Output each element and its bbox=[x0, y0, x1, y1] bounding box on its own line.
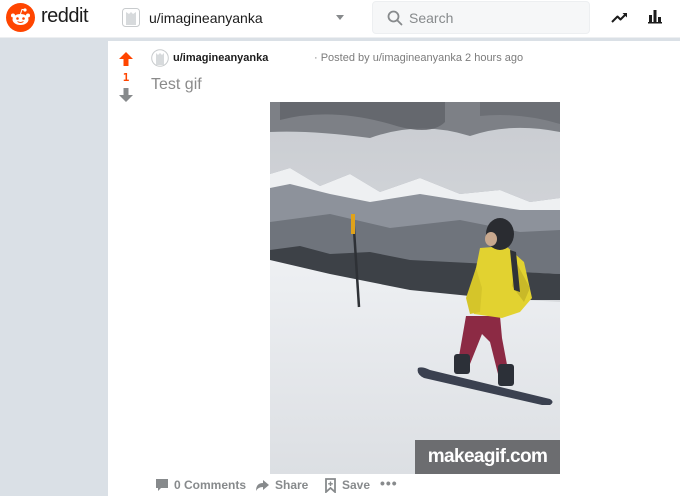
stats-icon[interactable] bbox=[647, 8, 663, 24]
top-header: reddit u/imagineanyanka bbox=[0, 0, 680, 38]
user-avatar-icon[interactable] bbox=[151, 49, 169, 67]
share-label: Share bbox=[275, 478, 309, 492]
search-input[interactable] bbox=[409, 9, 579, 27]
share-button[interactable]: Share bbox=[255, 476, 308, 494]
search-icon bbox=[387, 10, 403, 26]
reddit-wordmark[interactable]: reddit bbox=[41, 5, 89, 28]
posted-by-text: · Posted by u/imagineanyanka 2 hours ago bbox=[314, 52, 524, 64]
trending-icon[interactable] bbox=[611, 9, 629, 25]
comment-bubble-icon bbox=[156, 479, 168, 491]
post-actions: 0 Comments Share Save ••• bbox=[152, 474, 652, 496]
post-community-link[interactable]: u/imagineanyanka bbox=[173, 52, 268, 64]
post-gif-media[interactable]: makeagif.com bbox=[270, 102, 560, 474]
save-label: Save bbox=[342, 478, 371, 492]
profile-avatar-icon bbox=[122, 8, 140, 27]
upvote-arrow-icon[interactable] bbox=[118, 51, 134, 67]
downvote-arrow-icon[interactable] bbox=[118, 87, 134, 103]
current-community-name: u/imagineanyanka bbox=[149, 10, 263, 26]
vote-column: 1 bbox=[108, 41, 144, 496]
chevron-down-icon bbox=[336, 15, 344, 20]
comments-button[interactable]: 0 Comments bbox=[155, 476, 246, 494]
makeagif-watermark: makeagif.com bbox=[415, 440, 560, 474]
reddit-logo-icon[interactable] bbox=[6, 3, 35, 32]
snowboarder-image bbox=[270, 102, 560, 474]
vote-score: 1 bbox=[122, 71, 130, 84]
more-options-button[interactable]: ••• bbox=[380, 474, 398, 492]
comments-label: 0 Comments bbox=[174, 478, 247, 492]
community-switcher[interactable]: u/imagineanyanka bbox=[114, 0, 356, 36]
share-arrow-icon bbox=[256, 480, 269, 491]
search-box[interactable] bbox=[372, 1, 590, 34]
post-card: 1 u/imagineanyanka · Posted by u/imagine… bbox=[108, 41, 680, 496]
save-button[interactable]: Save bbox=[324, 476, 370, 494]
save-bookmark-icon bbox=[325, 477, 336, 493]
post-title[interactable]: Test gif bbox=[151, 76, 202, 94]
